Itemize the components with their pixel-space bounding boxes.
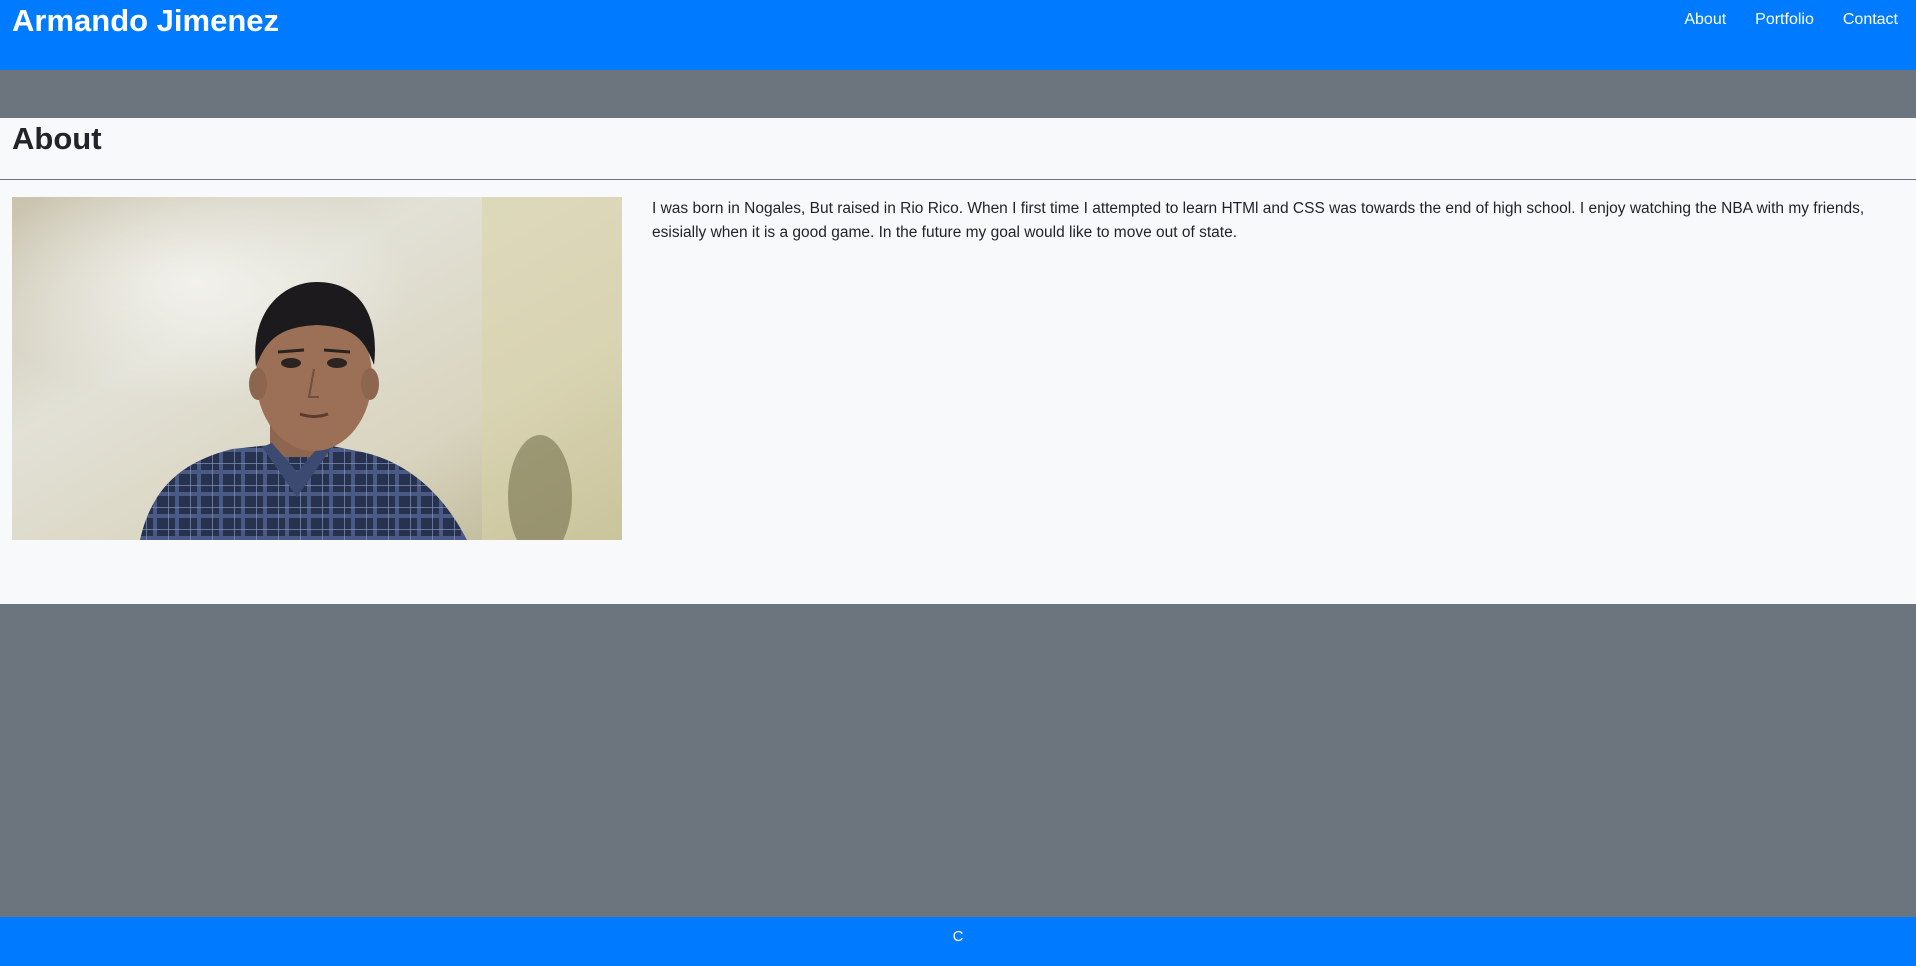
nav-link-about[interactable]: About — [1684, 8, 1726, 32]
footer: C — [0, 917, 1916, 966]
nav-link-portfolio[interactable]: Portfolio — [1755, 8, 1814, 32]
about-bio: I was born in Nogales, But raised in Rio… — [652, 200, 1865, 241]
nav-link-contact[interactable]: Contact — [1843, 8, 1898, 32]
brand-title[interactable]: Armando Jimenez — [12, 2, 279, 40]
nav-menu: About Portfolio Contact — [1684, 8, 1898, 32]
navbar: Armando Jimenez About Portfolio Contact — [0, 0, 1916, 70]
about-heading: About — [12, 121, 102, 156]
footer-text: C — [952, 928, 964, 945]
profile-photo — [12, 197, 622, 540]
section-divider — [0, 179, 1916, 180]
